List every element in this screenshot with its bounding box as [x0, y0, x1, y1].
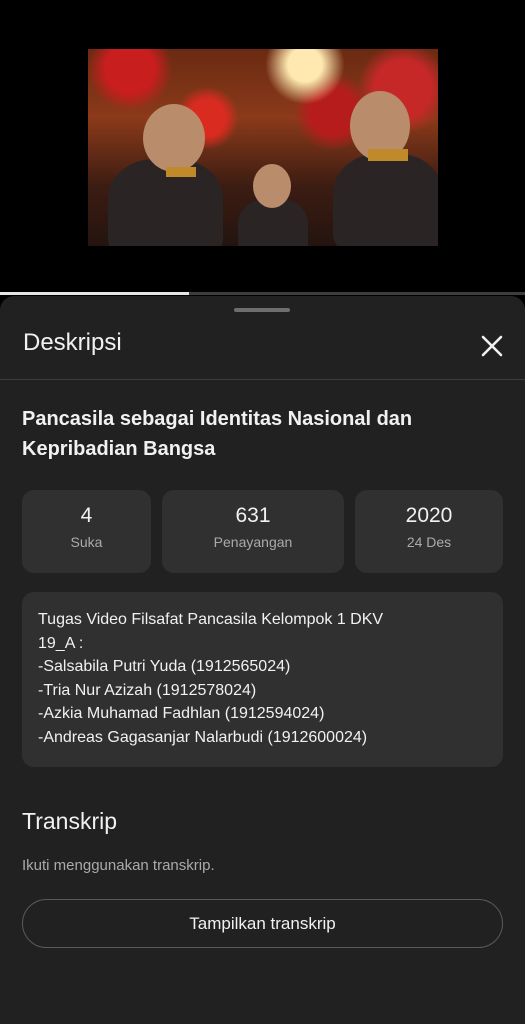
monk-figure [333, 154, 438, 246]
views-label: Penayangan [213, 534, 293, 550]
video-player[interactable] [0, 0, 525, 295]
show-transcript-button[interactable]: Tampilkan transkrip [22, 899, 503, 948]
transcript-subtitle: Ikuti menggunakan transkrip. [22, 857, 215, 874]
likes-count: 4 [80, 504, 93, 527]
description-line: -Tria Nur Azizah (1912578024) [38, 681, 257, 699]
description-line: -Salsabila Putri Yuda (1912565024) [38, 658, 291, 675]
description-line: Tugas Video Filsafat Pancasila Kelompok … [38, 611, 384, 628]
description-line: -Azkia Muhamad Fadhlan (1912594024) [38, 705, 325, 722]
date-day: 24 Des [406, 534, 452, 550]
close-button[interactable] [478, 332, 506, 360]
views-count: 631 [235, 504, 271, 527]
close-icon [481, 335, 503, 357]
video-title-line: Kepribadian Bangsa [22, 438, 216, 460]
video-progress-bar[interactable] [0, 292, 525, 295]
description-line: -Andreas Gagasanjar Nalarbudi (191260002… [38, 728, 368, 746]
date-year: 2020 [405, 504, 453, 527]
monk-head [253, 164, 291, 208]
stat-likes: 4 Suka [22, 490, 151, 573]
monk-collar [368, 149, 408, 161]
stat-date: 2020 24 Des [355, 490, 503, 573]
monk-collar [166, 167, 196, 177]
header-divider [0, 379, 525, 380]
stat-views: 631 Penayangan [162, 490, 344, 573]
likes-label: Suka [70, 534, 103, 550]
sheet-title: Deskripsi [23, 329, 122, 356]
video-title-line: Pancasila sebagai Identitas Nasional dan [22, 408, 413, 430]
description-line: 19_A : [38, 634, 84, 652]
video-title: Pancasila sebagai Identitas Nasional dan… [22, 404, 502, 464]
description-box[interactable]: Tugas Video Filsafat Pancasila Kelompok … [22, 592, 503, 767]
description-sheet: Deskripsi Pancasila sebagai Identitas Na… [0, 296, 525, 1024]
transcript-title: Transkrip [22, 808, 117, 834]
video-thumbnail[interactable] [88, 49, 438, 246]
drag-handle[interactable] [234, 308, 290, 312]
video-progress-fill [0, 292, 189, 295]
monk-head [143, 104, 205, 172]
